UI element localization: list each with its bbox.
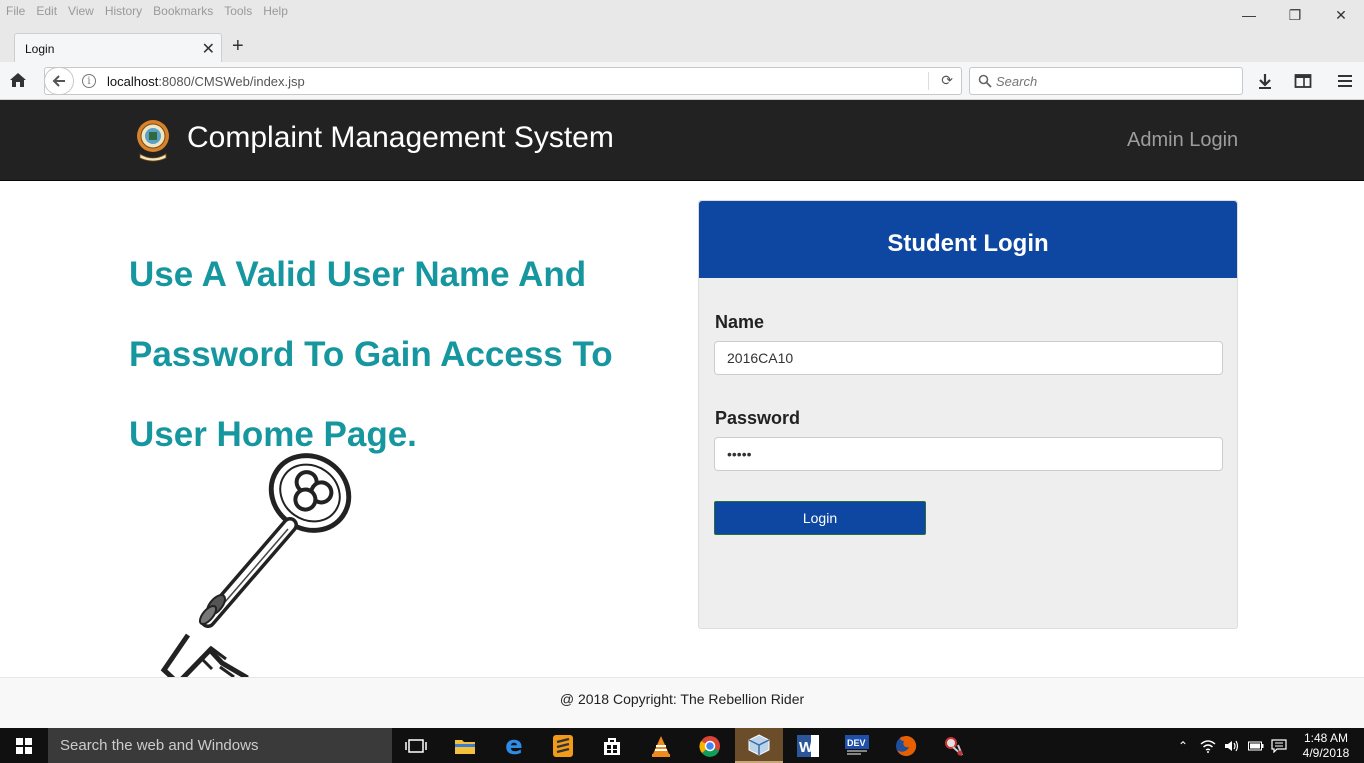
info-icon[interactable]: i: [82, 74, 96, 88]
hamburger-menu-icon[interactable]: [1336, 72, 1354, 90]
url-text[interactable]: localhost:8080/CMSWeb/index.jsp: [107, 74, 305, 89]
student-login-panel: Student Login Name Password Login: [698, 200, 1238, 629]
search-input[interactable]: [996, 74, 1236, 89]
menu-view[interactable]: View: [63, 4, 99, 18]
login-button[interactable]: Login: [714, 501, 926, 535]
browser-menubar: File Edit View History Bookmarks Tools H…: [0, 0, 1364, 22]
tab-title: Login: [25, 42, 55, 56]
sublime-text-icon[interactable]: [539, 728, 587, 763]
clock-time: 1:48 AM: [1303, 731, 1349, 745]
volume-icon[interactable]: [1222, 728, 1242, 763]
menu-edit[interactable]: Edit: [31, 4, 62, 18]
task-view-icon[interactable]: [392, 728, 440, 763]
college-emblem-logo: [137, 120, 169, 162]
sidebar-icon[interactable]: [1294, 72, 1312, 90]
firefox-icon[interactable]: [882, 728, 930, 763]
svg-text:DEV: DEV: [847, 738, 866, 748]
close-tab-icon[interactable]: ✕: [202, 39, 215, 59]
url-bar[interactable]: i localhost:8080/CMSWeb/index.jsp ⟳: [44, 67, 962, 95]
clock-date: 4/9/2018: [1302, 746, 1350, 760]
file-explorer-icon[interactable]: [441, 728, 489, 763]
action-center-icon[interactable]: [1269, 728, 1289, 763]
back-arrow-icon: [52, 75, 65, 87]
new-tab-icon[interactable]: +: [232, 35, 244, 58]
panel-header: Student Login: [699, 201, 1237, 278]
tab-login[interactable]: Login ✕: [14, 33, 222, 63]
panel-title: Student Login: [887, 230, 1049, 257]
navigation-toolbar: i localhost:8080/CMSWeb/index.jsp ⟳: [0, 62, 1364, 100]
word-icon[interactable]: W: [784, 728, 832, 763]
search-bar[interactable]: [969, 67, 1243, 95]
dev-cpp-icon[interactable]: DEV: [833, 728, 881, 763]
menu-file[interactable]: File: [1, 4, 30, 18]
battery-icon[interactable]: [1246, 728, 1266, 763]
vlc-icon[interactable]: [637, 728, 685, 763]
store-icon[interactable]: [588, 728, 636, 763]
tab-strip: Login ✕ +: [0, 22, 1364, 63]
reload-icon[interactable]: ⟳: [941, 72, 953, 89]
snipping-tool-icon[interactable]: [931, 728, 979, 763]
password-input[interactable]: [714, 437, 1223, 471]
site-brand-title[interactable]: Complaint Management System: [187, 121, 614, 155]
search-icon: [978, 74, 992, 88]
name-input[interactable]: [714, 341, 1223, 375]
windows-taskbar: Search the web and Windows e W DEV ⌃ 1:4…: [0, 728, 1364, 763]
chrome-icon[interactable]: [686, 728, 734, 763]
copyright-text: @ 2018 Copyright: The Rebellion Rider: [559, 691, 805, 707]
menu-bookmarks[interactable]: Bookmarks: [148, 4, 218, 18]
show-hidden-icons-icon[interactable]: ⌃: [1176, 728, 1190, 763]
home-icon[interactable]: [9, 71, 27, 89]
start-button[interactable]: [0, 728, 48, 763]
back-button[interactable]: [44, 67, 74, 95]
edge-browser-icon[interactable]: e: [490, 728, 538, 763]
site-footer: @ 2018 Copyright: The Rebellion Rider: [0, 677, 1364, 728]
wifi-icon[interactable]: [1198, 728, 1218, 763]
site-header: Complaint Management System Admin Login: [0, 100, 1364, 181]
menu-help[interactable]: Help: [258, 4, 293, 18]
system-clock[interactable]: 1:48 AM 4/9/2018: [1294, 731, 1358, 761]
windows-logo-icon: [16, 737, 32, 754]
download-icon[interactable]: [1256, 72, 1274, 90]
menu-tools[interactable]: Tools: [219, 4, 257, 18]
password-label: Password: [715, 408, 801, 428]
menu-history[interactable]: History: [100, 4, 147, 18]
taskbar-search-box[interactable]: Search the web and Windows: [48, 728, 392, 763]
url-divider: [928, 72, 929, 90]
key-illustration: [160, 453, 352, 677]
virtualbox-icon[interactable]: [735, 728, 783, 763]
admin-login-link[interactable]: Admin Login: [1127, 129, 1238, 152]
login-instructions-heading: Use A Valid User Name And Password To Ga…: [129, 255, 613, 454]
name-label: Name: [715, 312, 765, 332]
svg-text:W: W: [799, 739, 814, 756]
